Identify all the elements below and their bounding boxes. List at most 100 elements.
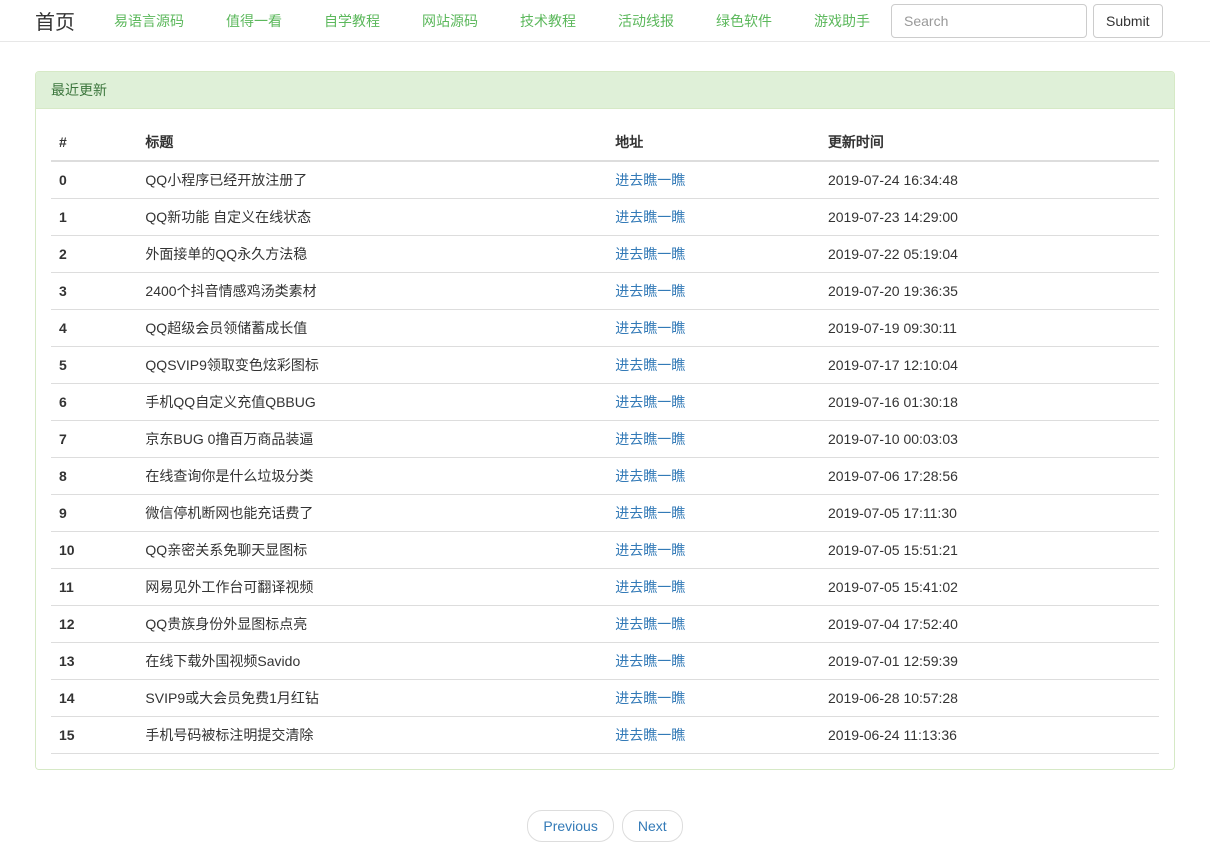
row-index: 4 <box>51 310 137 347</box>
row-link-cell: 进去瞧一瞧 <box>607 532 820 569</box>
nav-item: 活动线报 <box>597 11 695 31</box>
column-header: 更新时间 <box>820 124 1159 161</box>
table-row: 12QQ贵族身份外显图标点亮进去瞧一瞧2019-07-04 17:52:40 <box>51 606 1159 643</box>
nav-item: 值得一看 <box>205 11 303 31</box>
table-row: 13在线下载外国视频Savido进去瞧一瞧2019-07-01 12:59:39 <box>51 643 1159 680</box>
table-row: 8在线查询你是什么垃圾分类进去瞧一瞧 2019-07-06 17:28:56 <box>51 458 1159 495</box>
row-link[interactable]: 进去瞧一瞧 <box>615 505 685 521</box>
nav-item-link[interactable]: 自学教程 <box>303 11 401 31</box>
table-header-row: #标题地址更新时间 <box>51 124 1159 161</box>
row-link[interactable]: 进去瞧一瞧 <box>615 616 685 632</box>
row-link-cell: 进去瞧一瞧 <box>607 384 820 421</box>
row-time: 2019-07-05 15:51:21 <box>820 532 1159 569</box>
nav-item: 易语言源码 <box>93 11 205 31</box>
row-link[interactable]: 进去瞧一瞧 <box>615 579 685 595</box>
row-index: 1 <box>51 199 137 236</box>
row-link[interactable]: 进去瞧一瞧 <box>615 653 685 669</box>
row-title: QQ贵族身份外显图标点亮 <box>137 606 607 643</box>
row-link-cell: 进去瞧一瞧 <box>607 569 820 606</box>
row-link[interactable]: 进去瞧一瞧 <box>615 209 685 225</box>
row-index: 9 <box>51 495 137 532</box>
nav-item: 游戏助手 <box>793 11 891 31</box>
row-title: 在线查询你是什么垃圾分类 <box>137 458 607 495</box>
row-title: QQ小程序已经开放注册了 <box>137 161 607 199</box>
nav-item-link[interactable]: 游戏助手 <box>793 11 891 31</box>
column-header: 地址 <box>607 124 820 161</box>
row-link[interactable]: 进去瞧一瞧 <box>615 468 685 484</box>
row-title: 手机号码被标注明提交清除 <box>137 717 607 754</box>
row-time: 2019-07-10 00:03:03 <box>820 421 1159 458</box>
row-index: 15 <box>51 717 137 754</box>
table-row: 11网易见外工作台可翻译视频进去瞧一瞧 2019-07-05 15:41:02 <box>51 569 1159 606</box>
row-title: 网易见外工作台可翻译视频 <box>137 569 607 606</box>
row-link[interactable]: 进去瞧一瞧 <box>615 246 685 262</box>
row-link-cell: 进去瞧一瞧 <box>607 273 820 310</box>
table-row: 5QQSVIP9领取变色炫彩图标进去瞧一瞧2019-07-17 12:10:04 <box>51 347 1159 384</box>
row-title: QQSVIP9领取变色炫彩图标 <box>137 347 607 384</box>
row-time: 2019-07-24 16:34:48 <box>820 161 1159 199</box>
row-title: 外面接单的QQ永久方法稳 <box>137 236 607 273</box>
row-time: 2019-07-22 05:19:04 <box>820 236 1159 273</box>
row-index: 12 <box>51 606 137 643</box>
row-index: 0 <box>51 161 137 199</box>
row-link-cell: 进去瞧一瞧 <box>607 606 820 643</box>
nav-brand-home[interactable]: 首页 <box>35 6 75 35</box>
row-time: 2019-07-20 19:36:35 <box>820 273 1159 310</box>
row-index: 3 <box>51 273 137 310</box>
row-time: 2019-07-05 17:11:30 <box>820 495 1159 532</box>
row-link[interactable]: 进去瞧一瞧 <box>615 172 685 188</box>
column-header: # <box>51 124 137 161</box>
row-time: 2019-07-06 17:28:56 <box>820 458 1159 495</box>
row-title: QQ亲密关系免聊天显图标 <box>137 532 607 569</box>
next-button[interactable]: Next <box>622 810 683 842</box>
row-link[interactable]: 进去瞧一瞧 <box>615 431 685 447</box>
search-form: Submit <box>891 4 1163 38</box>
row-link[interactable]: 进去瞧一瞧 <box>615 283 685 299</box>
column-header: 标题 <box>137 124 607 161</box>
nav-item-link[interactable]: 技术教程 <box>499 11 597 31</box>
row-link[interactable]: 进去瞧一瞧 <box>615 542 685 558</box>
row-title: SVIP9或大会员免费1月红钻 <box>137 680 607 717</box>
row-link-cell: 进去瞧一瞧 <box>607 717 820 754</box>
row-link[interactable]: 进去瞧一瞧 <box>615 357 685 373</box>
nav-menu: 易语言源码值得一看自学教程网站源码技术教程活动线报绿色软件游戏助手 <box>93 11 891 31</box>
panel-title: 最近更新 <box>36 72 1174 109</box>
row-title: 2400个抖音情感鸡汤类素材 <box>137 273 607 310</box>
row-link-cell: 进去瞧一瞧 <box>607 421 820 458</box>
nav-item: 绿色软件 <box>695 11 793 31</box>
nav-item-link[interactable]: 活动线报 <box>597 11 695 31</box>
row-time: 2019-07-05 15:41:02 <box>820 569 1159 606</box>
row-link-cell: 进去瞧一瞧 <box>607 643 820 680</box>
nav-item-link[interactable]: 网站源码 <box>401 11 499 31</box>
row-link-cell: 进去瞧一瞧 <box>607 347 820 384</box>
previous-button[interactable]: Previous <box>527 810 613 842</box>
row-time: 2019-06-24 11:13:36 <box>820 717 1159 754</box>
search-input[interactable] <box>891 4 1087 38</box>
row-index: 11 <box>51 569 137 606</box>
recent-updates-panel: 最近更新 #标题地址更新时间 0QQ小程序已经开放注册了进去瞧一瞧2019-07… <box>35 71 1175 770</box>
nav-item-link[interactable]: 易语言源码 <box>93 11 205 31</box>
table-row: 14SVIP9或大会员免费1月红钻进去瞧一瞧2019-06-28 10:57:2… <box>51 680 1159 717</box>
row-title: 微信停机断网也能充话费了 <box>137 495 607 532</box>
row-link-cell: 进去瞧一瞧 <box>607 310 820 347</box>
row-time: 2019-07-19 09:30:11 <box>820 310 1159 347</box>
table-row: 2外面接单的QQ永久方法稳进去瞧一瞧2019-07-22 05:19:04 <box>51 236 1159 273</box>
row-link[interactable]: 进去瞧一瞧 <box>615 320 685 336</box>
nav-item-link[interactable]: 值得一看 <box>205 11 303 31</box>
panel-body: #标题地址更新时间 0QQ小程序已经开放注册了进去瞧一瞧2019-07-24 1… <box>36 109 1174 769</box>
nav-item: 网站源码 <box>401 11 499 31</box>
table-row: 0QQ小程序已经开放注册了进去瞧一瞧 2019-07-24 16:34:48 <box>51 161 1159 199</box>
row-time: 2019-06-28 10:57:28 <box>820 680 1159 717</box>
table-row: 10QQ亲密关系免聊天显图标进去瞧一瞧2019-07-05 15:51:21 <box>51 532 1159 569</box>
row-index: 8 <box>51 458 137 495</box>
submit-button[interactable]: Submit <box>1093 4 1163 38</box>
nav-item-link[interactable]: 绿色软件 <box>695 11 793 31</box>
row-index: 6 <box>51 384 137 421</box>
row-link[interactable]: 进去瞧一瞧 <box>615 394 685 410</box>
table-row: 15手机号码被标注明提交清除进去瞧一瞧 2019-06-24 11:13:36 <box>51 717 1159 754</box>
row-link[interactable]: 进去瞧一瞧 <box>615 727 685 743</box>
row-index: 13 <box>51 643 137 680</box>
row-link-cell: 进去瞧一瞧 <box>607 161 820 199</box>
updates-table: #标题地址更新时间 0QQ小程序已经开放注册了进去瞧一瞧2019-07-24 1… <box>51 124 1159 754</box>
row-link[interactable]: 进去瞧一瞧 <box>615 690 685 706</box>
